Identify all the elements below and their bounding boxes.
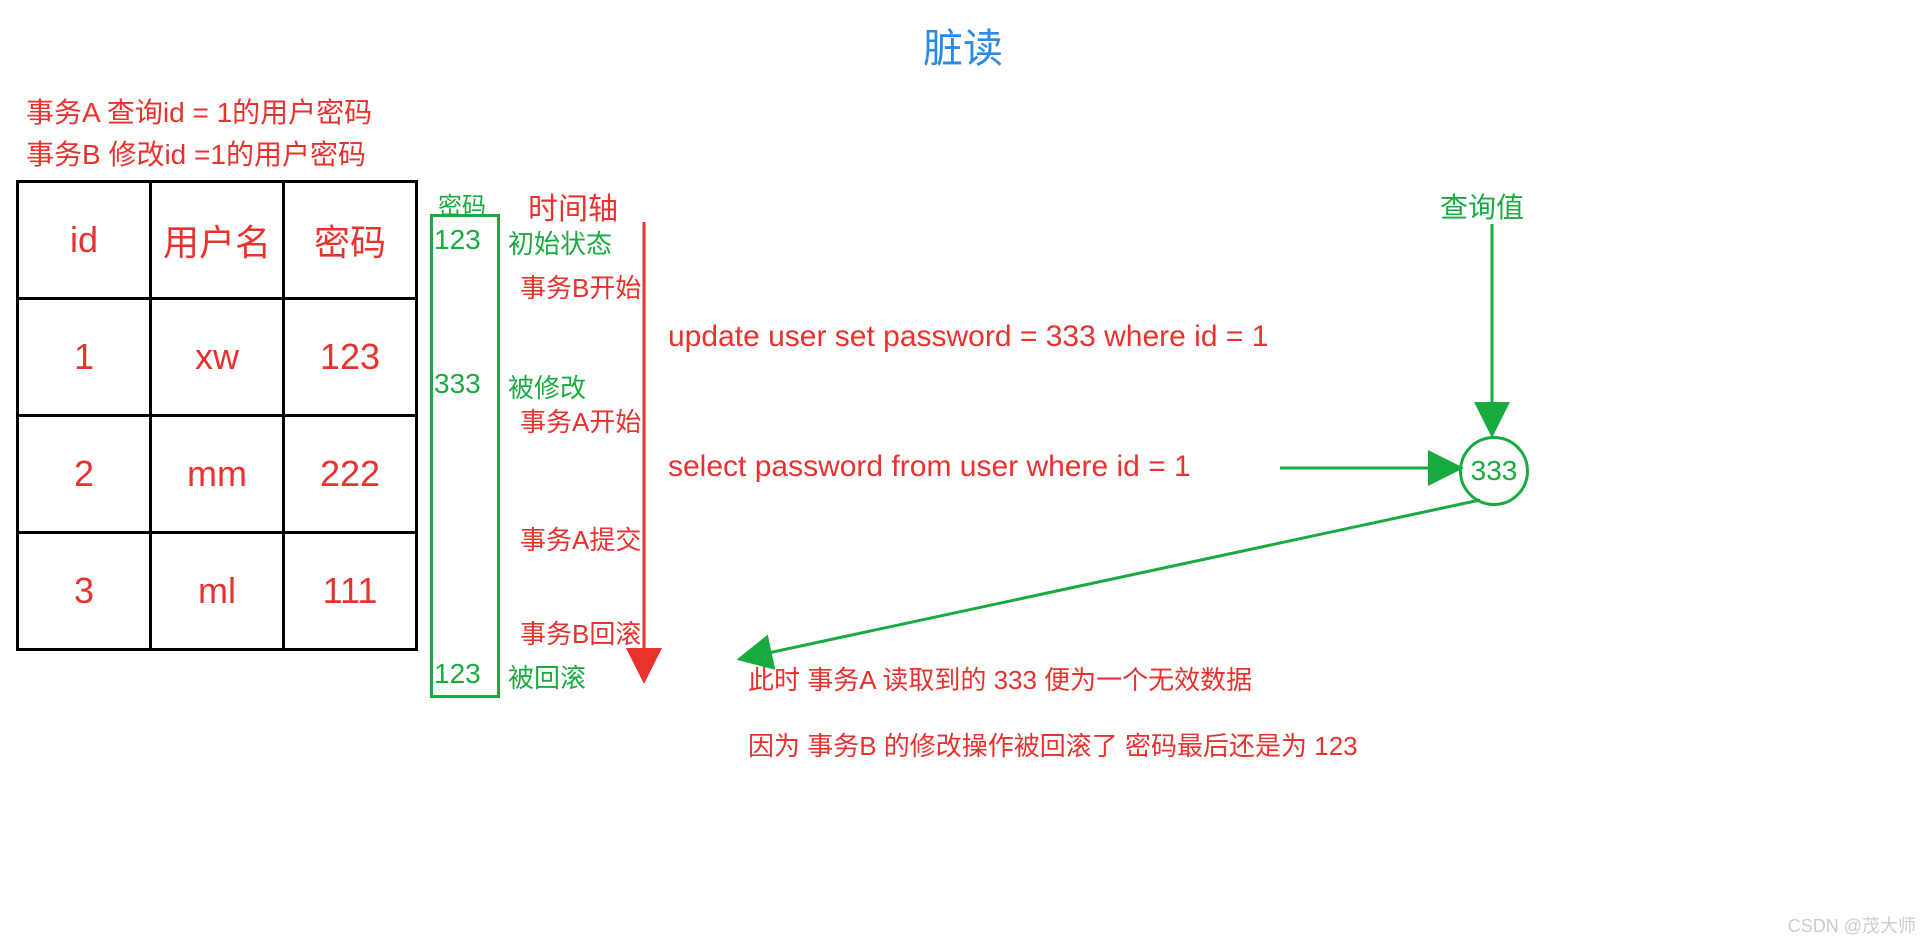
query-value-label: 查询值	[1440, 186, 1524, 226]
event-modified: 被修改	[508, 368, 586, 405]
table-row: 1 xw 123	[18, 299, 417, 416]
header-user: 用户名	[151, 182, 284, 299]
header-pw: 密码	[284, 182, 417, 299]
note-rollback-reason: 因为 事务B 的修改操作被回滚了 密码最后还是为 123	[748, 726, 1358, 763]
table-row: 2 mm 222	[18, 416, 417, 533]
event-a-commit: 事务A提交	[520, 520, 641, 557]
password-initial: 123	[434, 224, 481, 256]
cell-user: ml	[151, 533, 284, 650]
event-rolledback: 被回滚	[508, 658, 586, 695]
table-header-row: id 用户名 密码	[18, 182, 417, 299]
cell-user: mm	[151, 416, 284, 533]
password-column-box	[430, 214, 500, 698]
watermark: CSDN @茂大师	[1788, 912, 1916, 938]
note-invalid-data: 此时 事务A 读取到的 333 便为一个无效数据	[748, 660, 1252, 697]
cell-id: 3	[18, 533, 151, 650]
cell-user: xw	[151, 299, 284, 416]
query-down-arrow-icon	[1480, 224, 1510, 434]
sql-update: update user set password = 333 where id …	[668, 320, 1268, 354]
header-id: id	[18, 182, 151, 299]
event-b-rollback: 事务B回滚	[520, 614, 641, 651]
query-result-value: 333	[1459, 436, 1529, 506]
cell-id: 1	[18, 299, 151, 416]
password-rolledback: 123	[434, 658, 481, 690]
page-title: 脏读	[0, 16, 1926, 74]
event-initial: 初始状态	[508, 224, 612, 261]
desc-line-b: 事务B 修改id =1的用户密码	[26, 134, 372, 176]
event-b-start: 事务B开始	[520, 268, 641, 305]
sql-select: select password from user where id = 1	[668, 450, 1191, 484]
cell-pw: 111	[284, 533, 417, 650]
desc-line-a: 事务A 查询id = 1的用户密码	[26, 92, 372, 134]
user-table: id 用户名 密码 1 xw 123 2 mm 222 3 ml 111	[16, 180, 418, 651]
result-to-note-arrow-icon	[740, 500, 1500, 670]
cell-id: 2	[18, 416, 151, 533]
cell-pw: 222	[284, 416, 417, 533]
event-a-start: 事务A开始	[520, 402, 641, 439]
table-row: 3 ml 111	[18, 533, 417, 650]
transaction-description: 事务A 查询id = 1的用户密码 事务B 修改id =1的用户密码	[26, 92, 372, 176]
password-modified: 333	[434, 368, 481, 400]
cell-pw: 123	[284, 299, 417, 416]
select-to-result-arrow-icon	[1280, 456, 1460, 486]
timeline-title: 时间轴	[528, 184, 618, 228]
